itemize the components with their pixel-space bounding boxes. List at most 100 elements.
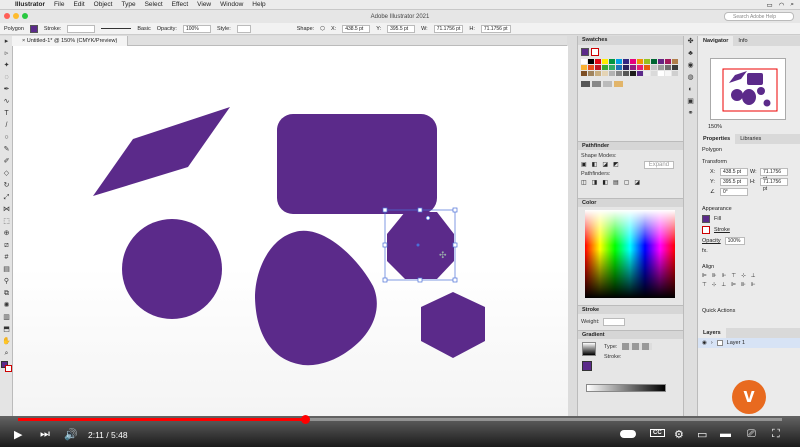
artboard-canvas[interactable]: ✣ [13,46,568,416]
outline-icon[interactable]: ▢ [624,179,630,186]
menu-object[interactable]: Object [94,1,113,8]
crop-icon[interactable]: ▤ [613,179,619,186]
intersect-icon[interactable]: ◪ [602,161,608,169]
prop-angle-field[interactable]: 0° [720,188,748,196]
menu-app-name[interactable]: Illustrator [15,1,45,8]
artboard-tool-icon[interactable]: ⬒ [0,324,13,336]
selection-handle[interactable] [382,242,388,248]
corner-widget[interactable] [425,215,431,221]
stroke-panel-title[interactable]: Stroke [578,305,695,314]
menu-window[interactable]: Window [220,1,243,8]
swatches-panel-title[interactable]: Swatches [578,36,695,45]
tab-properties[interactable]: Properties [698,134,736,144]
swatch-grid[interactable] [581,59,692,76]
shape-builder-tool-icon[interactable]: ⊕ [0,228,13,240]
align-left-icon[interactable]: ⊫ [702,273,707,279]
gradient-panel-title[interactable]: Gradient [578,330,695,339]
fullscreen-icon[interactable]: ⛶ [772,428,780,441]
search-help-input[interactable]: Search Adobe Help [724,12,794,21]
appearance-opacity-field[interactable]: 100% [724,237,745,245]
play-icon[interactable]: ▶ [14,428,22,441]
distribute-bottom-icon[interactable]: ⊥ [721,282,726,288]
distribute-right-icon[interactable]: ⊩ [751,282,756,288]
minimize-window-button[interactable] [13,13,19,19]
artboards-panel-icon[interactable]: ▣ [684,96,697,108]
align-center-icon[interactable]: ⊪ [712,273,717,279]
document-tab[interactable]: × Untitled-1* @ 150% (CMYK/Preview) [12,36,129,46]
blend-tool-icon[interactable]: ⧉ [0,288,13,300]
line-tool-icon[interactable]: / [0,120,13,132]
selection-handle[interactable] [382,207,388,213]
autoplay-toggle[interactable] [620,430,636,438]
miniplayer-icon[interactable]: ▭ [697,428,707,441]
settings-gear-icon[interactable]: ⚙ [674,428,684,441]
octagon-shape[interactable] [387,212,454,279]
menu-edit[interactable]: Edit [73,1,84,8]
direct-selection-tool-icon[interactable]: ▹ [0,48,13,60]
gradient-fill-swatch[interactable] [582,361,592,371]
distribute-center-icon[interactable]: ⊪ [741,282,746,288]
fill-stroke-icon[interactable] [0,360,13,372]
progress-scrubber[interactable] [300,415,310,424]
prop-w-field[interactable]: 71.1756 pt [760,168,788,182]
selection-handle[interactable] [452,207,458,213]
layer-name[interactable]: Layer 1 [727,340,745,346]
prop-x-field[interactable]: 438.5 pt [720,168,748,176]
style-field[interactable] [236,24,251,33]
pathfinder-panel-title[interactable]: Pathfinder [578,141,695,150]
close-window-button[interactable] [4,13,10,19]
x-field[interactable]: 438.5 pt [342,24,371,33]
fill-swatch[interactable] [29,24,38,33]
opacity-field[interactable]: 100% [182,24,211,33]
fill-indicator[interactable] [581,48,589,56]
brushes-panel-icon[interactable]: ✤ [684,36,697,48]
expand-layer-icon[interactable]: › [711,340,713,346]
distribute-left-icon[interactable]: ⊫ [731,282,736,288]
fx-button[interactable]: fx. [702,248,796,254]
exclude-icon[interactable]: ◩ [613,161,619,169]
eyedropper-tool-icon[interactable]: ⚲ [0,276,13,288]
volume-icon[interactable]: 🔊 [64,428,78,441]
progress-bar[interactable] [18,415,782,424]
eraser-tool-icon[interactable]: ◇ [0,168,13,180]
selection-handle[interactable] [417,207,423,213]
width-tool-icon[interactable]: ⋈ [0,204,13,216]
search-icon[interactable]: ⌕ [790,1,794,9]
appearance-opacity-label[interactable]: Opacity [702,238,721,244]
zoom-tool-icon[interactable]: ⌕ [0,348,13,360]
weight-field[interactable] [602,318,625,326]
transparency-panel-icon[interactable]: ◐ [684,84,697,96]
expand-button[interactable]: Expand [643,161,675,169]
hand-tool-icon[interactable]: ✋ [0,336,13,348]
menu-type[interactable]: Type [121,1,135,8]
align-bottom-icon[interactable]: ⊥ [751,273,756,279]
next-icon[interactable]: ⏭ [40,428,50,441]
layer-row[interactable]: ◉ › Layer 1 [698,338,800,348]
gradient-tool-icon[interactable]: ▤ [0,264,13,276]
y-field[interactable]: 395.5 pt [387,24,416,33]
stroke-indicator[interactable] [591,48,599,56]
appearance-panel-icon[interactable]: ◍ [684,72,697,84]
selection-handle[interactable] [452,242,458,248]
blob-shape[interactable] [255,230,377,366]
ellipse-tool-icon[interactable]: ○ [0,132,13,144]
gradient-preview[interactable] [582,342,596,356]
scale-tool-icon[interactable]: ⤢ [0,192,13,204]
cast-icon[interactable]: ⎚ [747,428,756,441]
rounded-rectangle-shape[interactable] [277,114,437,214]
w-field[interactable]: 71.1756 pt [433,24,464,33]
selection-handle[interactable] [452,277,458,283]
prop-y-field[interactable]: 395.5 pt [720,178,748,186]
tab-navigator[interactable]: Navigator [698,36,734,46]
graphic-styles-panel-icon[interactable]: ◉ [684,60,697,72]
perspective-grid-tool-icon[interactable]: ⧄ [0,240,13,252]
symbol-sprayer-tool-icon[interactable]: ✺ [0,300,13,312]
menu-select[interactable]: Select [145,1,163,8]
appearance-fill-swatch[interactable] [702,215,710,223]
stroke-weight-field[interactable] [67,24,96,33]
gradient-type-buttons[interactable] [622,343,652,350]
minus-front-icon[interactable]: ◧ [592,161,598,169]
tab-layers[interactable]: Layers [698,328,726,338]
color-spectrum[interactable] [585,210,675,298]
gradient-slider[interactable] [586,384,666,392]
